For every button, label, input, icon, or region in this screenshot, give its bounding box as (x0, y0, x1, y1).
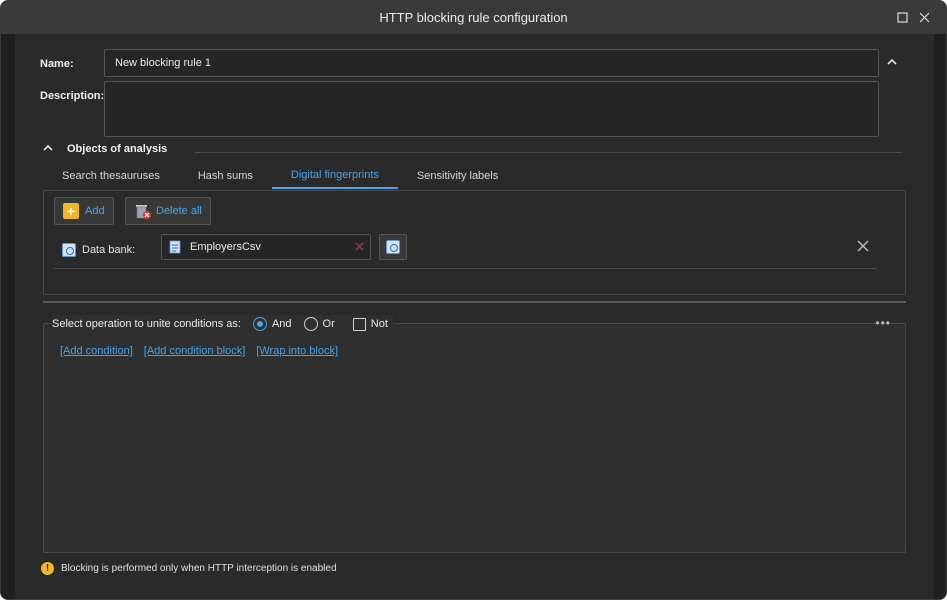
title-bar[interactable]: HTTP blocking rule configuration (1, 1, 946, 34)
add-condition-link[interactable]: [Add condition] (60, 345, 133, 357)
or-label: Or (322, 318, 335, 330)
not-label: Not (370, 318, 388, 330)
tab-sensitivity-labels[interactable]: Sensitivity labels (398, 163, 517, 189)
tab-hash-sums[interactable]: Hash sums (179, 163, 272, 189)
digital-fingerprints-panel: + Add Delete all Data bank: EmployersCsv (43, 190, 906, 295)
dialog-content: Name: New blocking rule 1 Description: O… (15, 34, 934, 599)
interception-warning: ! Blocking is performed only when HTTP i… (41, 562, 337, 575)
wrap-into-block-link[interactable]: [Wrap into block] (256, 345, 338, 357)
remove-row-icon[interactable] (857, 239, 869, 257)
condition-links: [Add condition] [Add condition block] [W… (60, 345, 338, 357)
and-label: And (271, 318, 292, 330)
more-options-icon[interactable]: ••• (875, 316, 891, 330)
delete-all-label: Delete all (156, 205, 202, 217)
csv-file-icon (169, 240, 181, 254)
or-radio-option[interactable]: Or (303, 317, 335, 331)
warning-icon: ! (41, 562, 54, 575)
add-condition-block-link[interactable]: [Add condition block] (144, 345, 246, 357)
background-left (1, 34, 15, 599)
objects-section-title: Objects of analysis (67, 143, 168, 155)
maximize-icon[interactable] (894, 9, 910, 25)
section-divider (195, 152, 902, 153)
add-button[interactable]: + Add (54, 197, 114, 225)
databank-label-group: Data bank: (62, 243, 135, 257)
description-label: Description: (40, 90, 105, 102)
conditions-prompt: Select operation to unite conditions as: (52, 318, 241, 330)
collapse-objects-icon[interactable] (43, 143, 53, 155)
background-right (932, 34, 946, 599)
delete-all-button[interactable]: Delete all (125, 197, 211, 225)
dialog-window: HTTP blocking rule configuration Name: N… (0, 0, 947, 600)
conditions-panel: Select operation to unite conditions as:… (43, 315, 906, 553)
and-radio-option[interactable]: And (252, 317, 292, 331)
and-radio[interactable] (252, 317, 267, 331)
tab-digital-fingerprints[interactable]: Digital fingerprints (271, 163, 398, 189)
close-icon[interactable] (916, 9, 932, 25)
databank-value: EmployersCsv (190, 241, 261, 253)
panel-splitter[interactable] (43, 301, 906, 303)
clear-databank-icon[interactable] (355, 240, 364, 254)
plus-icon: + (63, 203, 79, 219)
databank-row: Data bank: EmployersCsv (54, 233, 877, 269)
not-checkbox-option[interactable]: Not (352, 317, 388, 331)
tab-search-thesauruses[interactable]: Search thesauruses (43, 163, 179, 189)
description-input[interactable] (104, 81, 879, 137)
fingerprint-icon (62, 243, 76, 257)
not-checkbox[interactable] (352, 317, 366, 331)
analysis-tabs: Search thesauruses Hash sums Digital fin… (43, 163, 517, 189)
databank-label: Data bank: (82, 244, 136, 256)
name-value: New blocking rule 1 (115, 57, 211, 69)
trash-icon (134, 202, 151, 220)
name-input[interactable]: New blocking rule 1 (104, 49, 879, 77)
name-label: Name: (40, 58, 74, 70)
warning-text: Blocking is performed only when HTTP int… (61, 563, 337, 574)
window-title: HTTP blocking rule configuration (379, 10, 568, 25)
conditions-operation-bar: Select operation to unite conditions as:… (52, 315, 394, 333)
or-radio[interactable] (303, 317, 318, 331)
fingerprint-icon (386, 240, 400, 254)
select-databank-button[interactable] (379, 234, 407, 260)
databank-field[interactable]: EmployersCsv (161, 234, 371, 260)
objects-section-header[interactable]: Objects of analysis (43, 143, 167, 155)
collapse-general-icon[interactable] (887, 57, 897, 69)
add-button-label: Add (85, 205, 105, 217)
